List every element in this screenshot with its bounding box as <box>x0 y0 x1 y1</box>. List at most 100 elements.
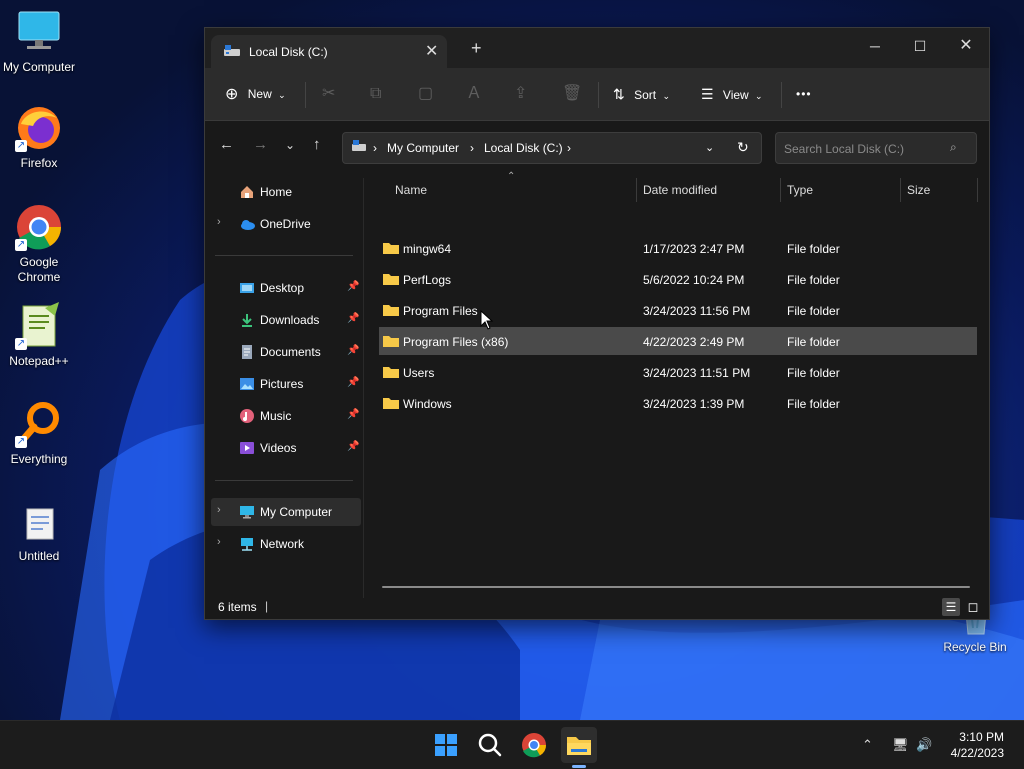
desktop-icon-everything[interactable]: ↗ Everything <box>1 400 77 467</box>
sidebar-item-label: Network <box>260 537 305 551</box>
more-options-button[interactable]: ••• <box>796 82 812 106</box>
new-tab-button[interactable]: + <box>471 38 482 59</box>
view-button[interactable]: ☰ View ⌄ <box>701 82 763 106</box>
table-row[interactable]: Program Files 3/24/2023 11:56 PM File fo… <box>379 296 977 324</box>
recent-locations-chevron-icon[interactable]: ⌄ <box>285 138 295 152</box>
back-arrow-icon[interactable]: ← <box>219 136 234 153</box>
firefox-icon: ↗ <box>15 104 63 152</box>
table-row[interactable]: Users 3/24/2023 11:51 PM File folder <box>379 358 977 386</box>
pin-icon[interactable]: 📌 <box>347 345 359 356</box>
paste-icon[interactable]: ▢ <box>418 82 433 106</box>
desktop-icon-firefox[interactable]: ↗ Firefox <box>1 104 77 171</box>
refresh-icon[interactable]: ↻ <box>737 139 749 156</box>
sidebar-item-desktop[interactable]: Desktop 📌 <box>211 274 361 302</box>
pin-icon[interactable]: 📌 <box>347 377 359 388</box>
table-row[interactable]: Windows 3/24/2023 1:39 PM File folder <box>379 389 977 417</box>
chevron-down-icon: ⌄ <box>662 91 670 101</box>
tab-local-disk[interactable]: Local Disk (C:) ✕ <box>211 35 447 68</box>
column-separator[interactable] <box>900 178 901 202</box>
new-button[interactable]: ⊕ New ⌄ <box>225 82 286 106</box>
rename-icon[interactable]: Ａ <box>466 82 482 106</box>
column-separator[interactable] <box>780 178 781 202</box>
sidebar-item-pictures[interactable]: Pictures 📌 <box>211 370 361 398</box>
volume-icon[interactable]: 🔊 <box>916 737 932 753</box>
navigation-pane: Home › OneDrive Desktop 📌 Downloads 📌 Do… <box>205 173 363 586</box>
sidebar-item-network[interactable]: › Network <box>211 530 361 558</box>
cut-icon[interactable]: ✂ <box>322 82 335 106</box>
row-type: File folder <box>787 366 840 380</box>
sidebar-item-documents[interactable]: Documents 📌 <box>211 338 361 366</box>
pin-icon[interactable]: 📌 <box>347 313 359 324</box>
pane-splitter[interactable] <box>363 178 364 598</box>
column-separator[interactable] <box>636 178 637 202</box>
forward-arrow-icon[interactable]: → <box>253 136 268 153</box>
sidebar-item-my-computer[interactable]: › My Computer <box>211 498 361 526</box>
show-hidden-icons-chevron-icon[interactable]: ⌃ <box>862 737 873 753</box>
toolbar-separator <box>781 82 782 108</box>
pin-icon[interactable]: 📌 <box>347 409 359 420</box>
table-row[interactable]: PerfLogs 5/6/2022 10:24 PM File folder <box>379 265 977 293</box>
breadcrumb-separator-icon[interactable]: › <box>567 141 571 155</box>
column-header-type[interactable]: Type <box>787 183 813 197</box>
up-arrow-icon[interactable]: ↑ <box>313 136 321 153</box>
desktop-icon-label: Untitled <box>18 549 60 563</box>
pin-icon[interactable]: 📌 <box>347 281 359 292</box>
row-name: Windows <box>403 397 452 411</box>
horizontal-scrollbar[interactable] <box>382 586 970 588</box>
desktop-icon-my-computer[interactable]: My Computer <box>1 8 77 75</box>
desktop-icon-notepadpp[interactable]: ↗ Notepad++ <box>1 302 77 369</box>
sidebar-item-onedrive[interactable]: › OneDrive <box>211 210 361 238</box>
breadcrumb-local-disk[interactable]: Local Disk (C:) <box>484 141 563 155</box>
delete-icon[interactable]: 🗑 <box>562 82 582 106</box>
breadcrumb-my-computer[interactable]: My Computer <box>387 141 459 155</box>
sidebar-item-music[interactable]: Music 📌 <box>211 402 361 430</box>
file-explorer-taskbar-icon[interactable] <box>561 727 597 763</box>
download-arrow-icon <box>239 312 255 328</box>
row-type: File folder <box>787 397 840 411</box>
start-button[interactable] <box>428 727 464 763</box>
table-row[interactable]: Program Files (x86) 4/22/2023 2:49 PM Fi… <box>379 327 977 355</box>
share-icon[interactable]: ⇪ <box>514 82 527 106</box>
maximize-button[interactable]: ☐ <box>897 32 943 60</box>
minimize-button[interactable]: ─ <box>852 32 898 60</box>
search-taskbar-button[interactable] <box>472 727 508 763</box>
expand-chevron-icon[interactable]: › <box>217 536 221 548</box>
sidebar-item-home[interactable]: Home <box>211 178 361 206</box>
close-window-button[interactable]: ✕ <box>943 32 989 60</box>
home-icon <box>239 184 255 200</box>
details-view-icon[interactable]: ☰ <box>942 598 960 616</box>
breadcrumb-separator-icon[interactable]: › <box>373 141 377 155</box>
address-bar[interactable]: › My Computer › Local Disk (C:) › ⌄ ↻ <box>342 132 762 164</box>
pin-icon[interactable]: 📌 <box>347 441 359 452</box>
chrome-icon: ↗ <box>15 203 63 251</box>
search-input[interactable]: Search Local Disk (C:) ⌕ <box>775 132 977 164</box>
column-header-name[interactable]: Name <box>395 183 427 197</box>
row-date: 5/6/2022 10:24 PM <box>643 273 745 287</box>
copy-icon[interactable]: ⧉ <box>370 82 381 106</box>
sidebar-item-downloads[interactable]: Downloads 📌 <box>211 306 361 334</box>
system-clock[interactable]: 3:10 PM 4/22/2023 <box>951 729 1004 761</box>
table-row[interactable]: mingw64 1/17/2023 2:47 PM File folder <box>379 234 977 262</box>
address-history-chevron-icon[interactable]: ⌄ <box>705 141 714 154</box>
search-icon[interactable]: ⌕ <box>950 140 957 155</box>
desktop-icon-chrome[interactable]: ↗ Google Chrome <box>1 203 77 285</box>
tiles-view-icon[interactable]: ◻ <box>964 598 982 616</box>
expand-chevron-icon[interactable]: › <box>217 504 221 516</box>
network-status-icon[interactable]: 🖥 <box>892 737 909 753</box>
sidebar-item-videos[interactable]: Videos 📌 <box>211 434 361 462</box>
everything-search-icon: ↗ <box>15 400 63 448</box>
title-bar: Local Disk (C:) ✕ + ─ ☐ ✕ <box>205 28 989 68</box>
desktop-icon-untitled[interactable]: Untitled <box>1 505 77 564</box>
view-label: View <box>722 88 749 102</box>
pictures-icon <box>239 376 255 392</box>
column-separator[interactable] <box>977 178 978 202</box>
breadcrumb-separator-icon[interactable]: › <box>470 141 474 155</box>
expand-chevron-icon[interactable]: › <box>217 216 221 228</box>
column-header-size[interactable]: Size <box>907 183 930 197</box>
column-header-date-modified[interactable]: Date modified <box>643 183 717 197</box>
sort-button[interactable]: ⇅ Sort ⌄ <box>613 82 670 106</box>
chrome-taskbar-icon[interactable] <box>516 727 552 763</box>
status-separator: | <box>265 599 269 613</box>
close-tab-icon[interactable]: ✕ <box>425 41 438 61</box>
address-bar-row: ← → ⌄ ↑ › My Computer › Local Disk (C:) … <box>205 121 989 173</box>
